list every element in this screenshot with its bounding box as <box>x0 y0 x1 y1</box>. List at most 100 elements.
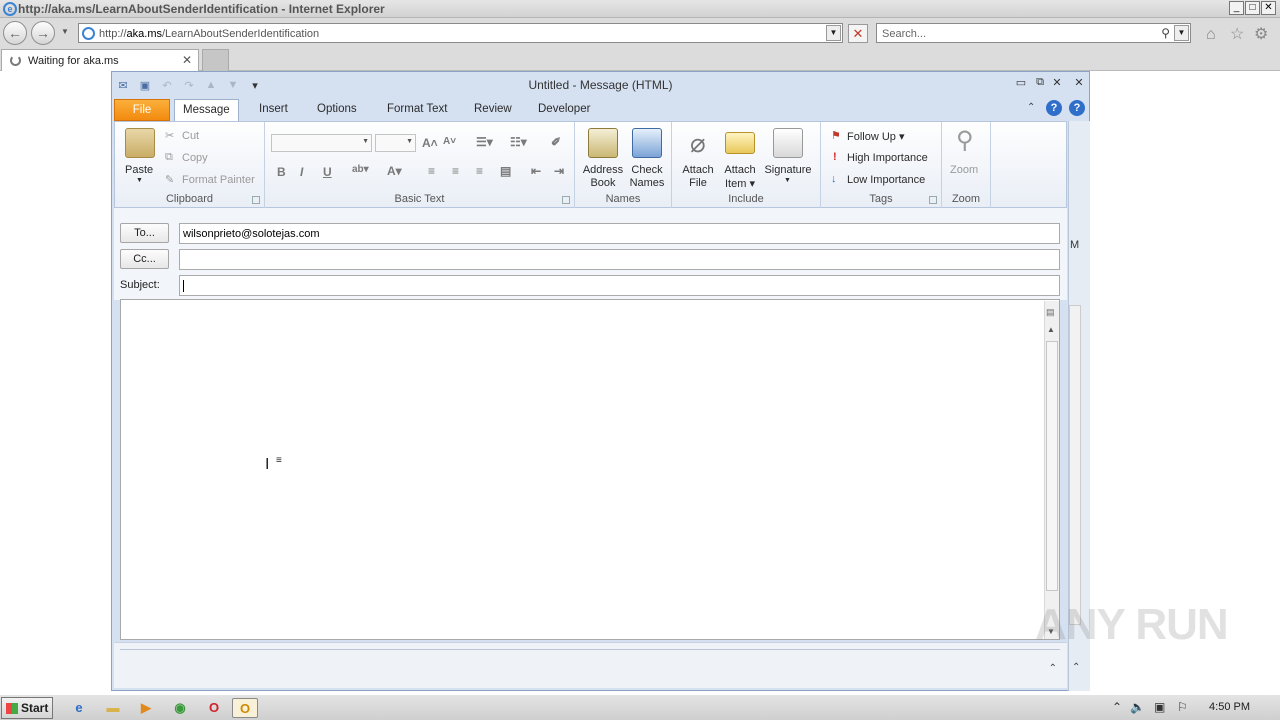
numbering-icon[interactable]: ☷▾ <box>510 135 527 149</box>
signature-label[interactable]: Signature <box>762 164 814 176</box>
align-right-icon[interactable]: ≡ <box>476 164 483 178</box>
outlook-close-button[interactable]: ✕ <box>1050 76 1064 89</box>
font-name-combo[interactable]: ▼ <box>271 134 372 152</box>
bold-button[interactable]: B <box>277 165 286 179</box>
high-importance-button[interactable]: High Importance <box>847 152 928 164</box>
taskbar-outlook-icon[interactable]: O <box>232 698 258 718</box>
taskbar-ie-icon[interactable]: e <box>66 698 92 718</box>
taskbar-media-player-icon[interactable]: ▶ <box>133 698 159 718</box>
start-button[interactable]: Start <box>1 697 53 719</box>
font-color-icon[interactable]: A▾ <box>387 164 402 178</box>
tray-show-hidden-icon[interactable]: ⌃ <box>1112 700 1122 714</box>
paste-button[interactable]: Paste <box>125 164 153 176</box>
paperclip-icon[interactable]: ⌀ <box>690 128 706 159</box>
background-scrollbar[interactable] <box>1069 305 1081 625</box>
check-names-icon[interactable] <box>632 128 662 158</box>
minimize-button[interactable]: _ <box>1229 1 1244 15</box>
tab-review[interactable]: Review <box>466 99 520 121</box>
address-dropdown-icon[interactable]: ▼ <box>826 25 841 41</box>
highlight-icon[interactable]: ab▾ <box>352 164 369 175</box>
address-book-label-1[interactable]: Address <box>582 164 624 176</box>
tab-message[interactable]: Message <box>174 99 239 122</box>
bullets-icon[interactable]: ☰▾ <box>476 135 493 149</box>
address-bar[interactable]: http://aka.ms/LearnAboutSenderIdentifica… <box>78 23 843 43</box>
background-help-icon[interactable]: ? <box>1069 100 1085 116</box>
taskbar-explorer-icon[interactable]: ▬ <box>100 698 126 718</box>
ruler-toggle-icon[interactable]: ▤ <box>1046 307 1055 318</box>
tab-insert[interactable]: Insert <box>251 99 296 121</box>
align-center-icon[interactable]: ≡ <box>452 164 459 178</box>
scroll-up-icon[interactable]: ▲ <box>1047 325 1055 334</box>
tray-volume-icon[interactable]: 🔈 <box>1130 700 1145 714</box>
italic-button[interactable]: I <box>300 165 303 179</box>
tab-format-text[interactable]: Format Text <box>379 99 456 121</box>
new-tab-button[interactable] <box>202 49 229 71</box>
clear-formatting-icon[interactable]: ✐ <box>551 135 561 149</box>
help-icon[interactable]: ? <box>1046 100 1062 116</box>
check-names-label-2[interactable]: Names <box>627 177 667 189</box>
tab-options[interactable]: Options <box>309 99 365 121</box>
paste-icon[interactable] <box>125 128 155 158</box>
cut-button[interactable]: Cut <box>182 130 199 142</box>
recent-pages-icon[interactable]: ▼ <box>61 27 69 36</box>
search-dropdown-icon[interactable]: ▼ <box>1174 25 1189 41</box>
grow-font-icon[interactable]: A˄ <box>422 136 438 150</box>
underline-button[interactable]: U <box>323 165 332 179</box>
font-size-combo[interactable]: ▼ <box>375 134 416 152</box>
attach-item-icon[interactable] <box>725 132 755 154</box>
signature-icon[interactable] <box>773 128 803 158</box>
basic-text-launcher-icon[interactable] <box>562 196 570 204</box>
follow-up-button[interactable]: Follow Up ▾ <box>847 130 904 143</box>
background-window-close-button[interactable]: ✕ <box>1072 76 1086 89</box>
address-book-icon[interactable] <box>588 128 618 158</box>
forward-button[interactable]: → <box>31 21 55 45</box>
search-input[interactable]: Search... ⚲ ▼ <box>876 23 1191 43</box>
scroll-thumb[interactable] <box>1046 341 1058 591</box>
shrink-font-icon[interactable]: A˅ <box>443 136 456 147</box>
home-icon[interactable]: ⌂ <box>1206 26 1216 44</box>
attach-item-label-1[interactable]: Attach <box>721 164 759 176</box>
body-scrollbar[interactable]: ▤ ▲ ▼ <box>1044 301 1059 639</box>
maximize-button[interactable]: □ <box>1245 1 1260 15</box>
attach-file-label-1[interactable]: Attach <box>680 164 716 176</box>
decrease-indent-icon[interactable]: ⇤ <box>531 164 541 178</box>
expand-people-pane-icon[interactable]: ⌃ <box>1049 663 1057 674</box>
tab-close-icon[interactable]: ✕ <box>182 53 192 67</box>
subject-field[interactable] <box>179 275 1060 296</box>
message-body-editor[interactable] <box>120 299 1060 640</box>
background-expand-icon[interactable]: ⌃ <box>1072 662 1080 673</box>
tab-aka-ms[interactable]: Waiting for aka.ms ✕ <box>1 49 199 71</box>
tab-file[interactable]: File <box>114 99 170 121</box>
paste-dropdown-icon[interactable]: ▼ <box>136 177 143 184</box>
tags-launcher-icon[interactable] <box>929 196 937 204</box>
format-painter-button[interactable]: Format Painter <box>182 174 255 186</box>
justify-icon[interactable]: ▤ <box>500 164 511 178</box>
align-left-icon[interactable]: ≡ <box>428 164 435 178</box>
clipboard-launcher-icon[interactable] <box>252 196 260 204</box>
to-button[interactable]: To... <box>120 223 169 243</box>
check-names-label-1[interactable]: Check <box>627 164 667 176</box>
minimize-ribbon-icon[interactable]: ⌃ <box>1027 102 1035 113</box>
tray-action-center-icon[interactable]: ⚐ <box>1177 700 1188 714</box>
stop-button[interactable]: ✕ <box>848 24 868 43</box>
favorites-star-icon[interactable]: ☆ <box>1230 26 1244 44</box>
zoom-button[interactable]: Zoom <box>950 164 978 176</box>
low-importance-button[interactable]: Low Importance <box>847 174 925 186</box>
cc-field[interactable] <box>179 249 1060 270</box>
copy-button[interactable]: Copy <box>182 152 208 164</box>
taskbar-chrome-icon[interactable]: ◉ <box>167 698 193 718</box>
address-book-label-2[interactable]: Book <box>582 177 624 189</box>
outlook-maximize-button[interactable]: ⧉ <box>1033 76 1047 89</box>
attach-item-label-2[interactable]: Item ▾ <box>721 177 759 190</box>
close-button[interactable]: ✕ <box>1261 1 1276 15</box>
outlook-minimize-button[interactable]: ▭ <box>1014 76 1028 89</box>
to-field[interactable]: wilsonprieto@solotejas.com <box>179 223 1060 244</box>
tab-developer[interactable]: Developer <box>530 99 598 121</box>
font-size-dropdown-icon[interactable]: ▼ <box>406 138 413 145</box>
search-icon[interactable]: ⚲ <box>1161 26 1170 40</box>
back-button[interactable]: ← <box>3 21 27 45</box>
signature-dropdown-icon[interactable]: ▼ <box>784 177 791 184</box>
font-name-dropdown-icon[interactable]: ▼ <box>362 138 369 145</box>
taskbar-clock[interactable]: 4:50 PM <box>1209 701 1250 713</box>
tray-network-icon[interactable]: ▣ <box>1154 700 1165 714</box>
